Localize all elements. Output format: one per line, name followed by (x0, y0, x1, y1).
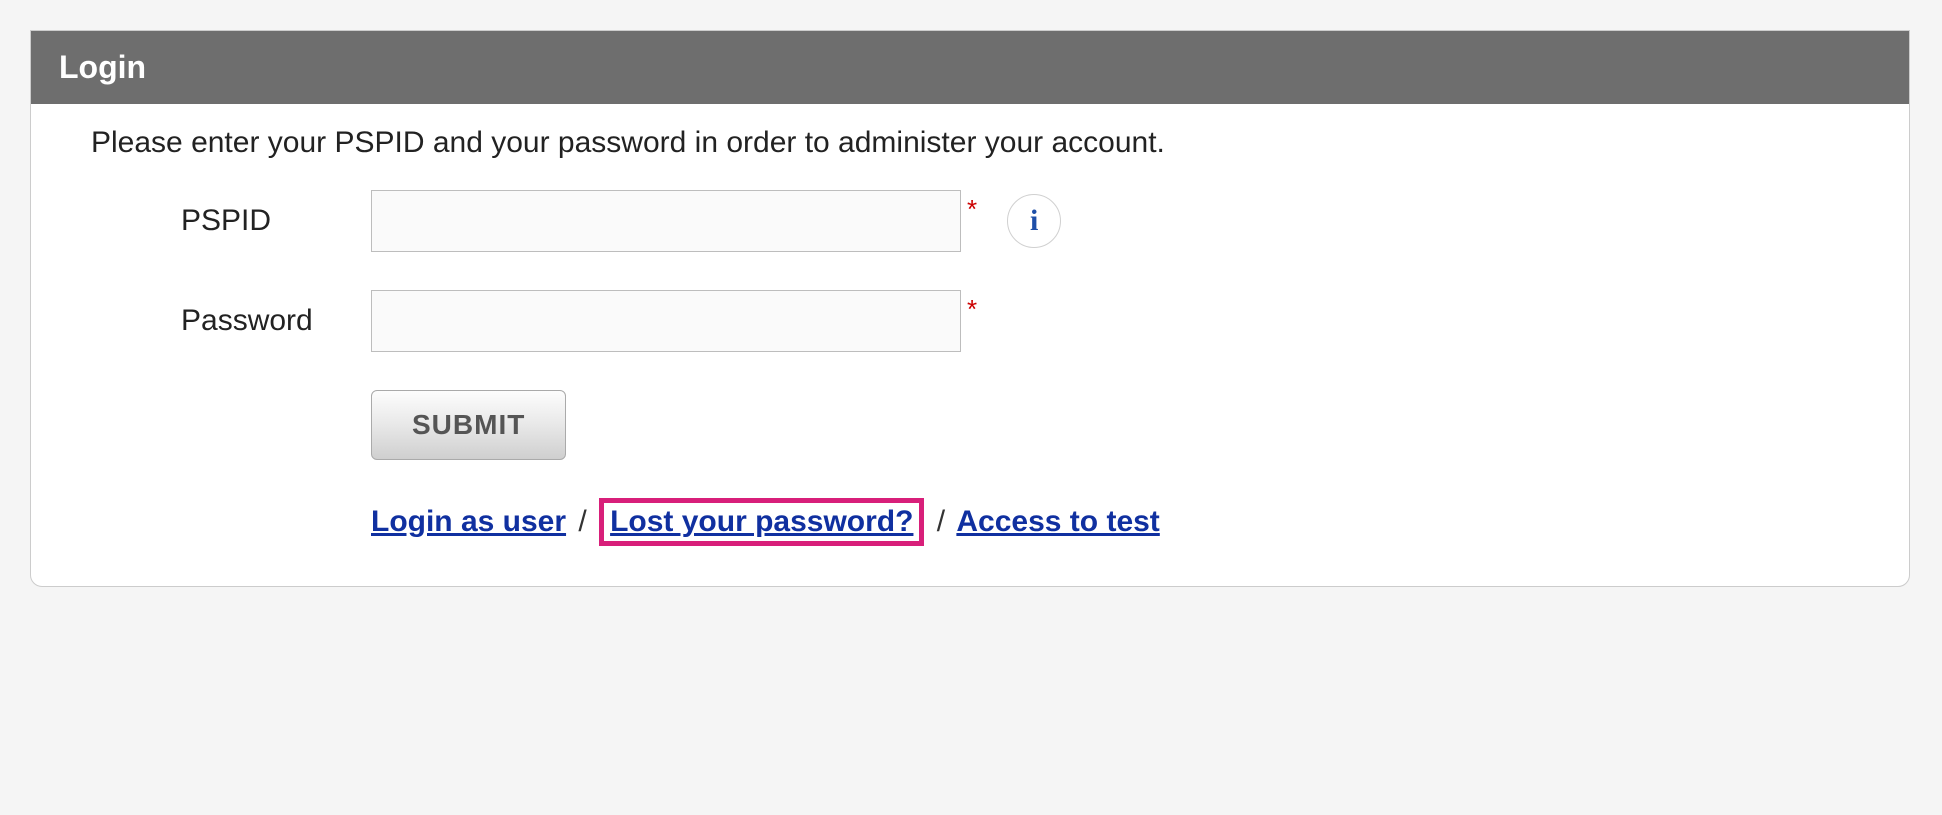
access-to-test-link[interactable]: Access to test (956, 505, 1159, 538)
required-marker: * (967, 194, 977, 225)
pspid-input[interactable] (371, 190, 961, 252)
lost-password-link[interactable]: Lost your password? (610, 505, 913, 538)
info-icon[interactable]: i (1007, 194, 1061, 248)
instructions-text: Please enter your PSPID and your passwor… (91, 126, 1849, 160)
password-row: Password * (91, 290, 1849, 352)
panel-body: Please enter your PSPID and your passwor… (31, 104, 1909, 586)
separator: / (937, 505, 945, 538)
separator: / (578, 505, 586, 538)
submit-button[interactable]: SUBMIT (371, 390, 566, 460)
submit-row: SUBMIT (91, 390, 1849, 460)
lost-password-highlight: Lost your password? (599, 498, 924, 546)
links-row: Login as user / Lost your password? / Ac… (91, 498, 1849, 546)
pspid-row: PSPID * i (91, 190, 1849, 252)
panel-title: Login (31, 31, 1909, 104)
login-as-user-link[interactable]: Login as user (371, 505, 566, 538)
pspid-label: PSPID (91, 204, 371, 238)
required-marker: * (967, 294, 977, 325)
password-label: Password (91, 304, 371, 338)
login-panel: Login Please enter your PSPID and your p… (30, 30, 1910, 587)
password-input[interactable] (371, 290, 961, 352)
